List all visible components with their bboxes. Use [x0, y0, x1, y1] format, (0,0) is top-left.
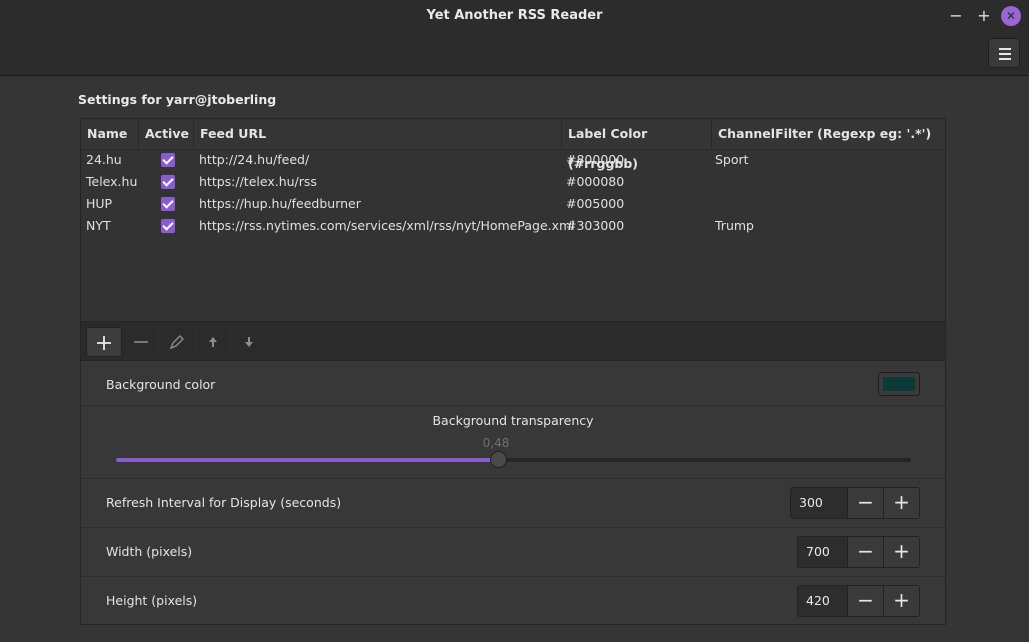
- active-checkbox[interactable]: [161, 153, 175, 167]
- refresh-interval-label: Refresh Interval for Display (seconds): [106, 495, 342, 510]
- feed-url-cell: https://hup.hu/feedburner: [199, 196, 361, 211]
- feeds-table: Name Active Feed URL Label Color (#rrggb…: [80, 118, 946, 361]
- maximize-button[interactable]: +: [974, 6, 994, 26]
- label-color-cell: #303000: [566, 218, 625, 233]
- active-checkbox[interactable]: [161, 197, 175, 211]
- width-increment-button[interactable]: +: [883, 537, 919, 567]
- edit-feed-button[interactable]: [159, 327, 195, 357]
- height-label: Height (pixels): [106, 593, 198, 608]
- refresh-decrement-button[interactable]: −: [847, 488, 883, 518]
- column-header-active[interactable]: Active: [139, 119, 194, 149]
- height-decrement-button[interactable]: −: [847, 586, 883, 616]
- label-color-cell: #005000: [566, 196, 625, 211]
- height-spinbutton[interactable]: 420 − +: [797, 585, 920, 617]
- feed-name-cell: Telex.hu: [86, 174, 138, 189]
- width-row: Width (pixels) 700 − +: [81, 528, 945, 577]
- feed-name-cell: NYT: [86, 218, 111, 233]
- arrow-down-icon: [245, 337, 253, 347]
- window-title: Yet Another RSS Reader: [426, 8, 603, 23]
- channel-filter-cell: Sport: [715, 152, 749, 167]
- app-window: Yet Another RSS Reader − + ✕ Settings fo…: [0, 0, 1029, 642]
- add-feed-button[interactable]: [86, 327, 122, 357]
- table-row[interactable]: 24.hu http://24.hu/feed/ #800000 Sport: [81, 149, 945, 171]
- active-checkbox[interactable]: [161, 219, 175, 233]
- settings-heading: Settings for yarr@jtoberling: [78, 92, 277, 107]
- height-value[interactable]: 420: [798, 586, 830, 616]
- column-header-label-color[interactable]: Label Color (#rrggbb): [562, 119, 712, 171]
- hamburger-menu-button[interactable]: [988, 38, 1020, 68]
- move-down-button[interactable]: [231, 327, 267, 357]
- feed-url-cell: https://rss.nytimes.com/services/xml/rss…: [199, 218, 575, 233]
- color-swatch: [883, 377, 915, 391]
- width-value[interactable]: 700: [798, 537, 830, 567]
- column-header-feed-url[interactable]: Feed URL: [194, 119, 562, 149]
- active-checkbox[interactable]: [161, 175, 175, 189]
- table-header: Name Active Feed URL Label Color (#rrggb…: [81, 119, 945, 171]
- settings-panel: Background color Background transparency…: [80, 360, 946, 625]
- feed-url-cell: http://24.hu/feed/: [199, 152, 310, 167]
- transparency-value: 0,48: [482, 436, 510, 450]
- title-bar[interactable]: Yet Another RSS Reader − + ✕: [0, 0, 1029, 76]
- width-spinbutton[interactable]: 700 − +: [797, 536, 920, 568]
- remove-feed-button[interactable]: [123, 327, 159, 357]
- label-color-cell: #800000: [566, 152, 625, 167]
- table-row[interactable]: NYT https://rss.nytimes.com/services/xml…: [81, 215, 945, 237]
- background-color-label: Background color: [106, 377, 216, 392]
- slider-handle[interactable]: [489, 451, 507, 468]
- plus-icon: [97, 336, 111, 350]
- table-row[interactable]: HUP https://hup.hu/feedburner #005000: [81, 193, 945, 215]
- transparency-row: Background transparency 0,48: [81, 406, 945, 479]
- refresh-interval-row: Refresh Interval for Display (seconds) 3…: [81, 479, 945, 528]
- label-color-cell: #000080: [566, 174, 625, 189]
- column-header-name[interactable]: Name: [81, 119, 139, 149]
- slider-fill: [116, 458, 498, 462]
- table-toolbar: [81, 321, 945, 360]
- width-decrement-button[interactable]: −: [847, 537, 883, 567]
- arrow-up-icon: [208, 337, 217, 347]
- height-row: Height (pixels) 420 − +: [81, 577, 945, 625]
- close-button[interactable]: ✕: [1001, 6, 1021, 26]
- background-color-button[interactable]: [878, 372, 920, 396]
- refresh-increment-button[interactable]: +: [883, 488, 919, 518]
- move-up-button[interactable]: [195, 327, 231, 357]
- background-color-row: Background color: [81, 361, 945, 406]
- width-label: Width (pixels): [106, 544, 193, 559]
- table-row[interactable]: Telex.hu https://telex.hu/rss #000080: [81, 171, 945, 193]
- height-increment-button[interactable]: +: [883, 586, 919, 616]
- feed-name-cell: HUP: [86, 196, 113, 211]
- feed-url-cell: https://telex.hu/rss: [199, 174, 317, 189]
- channel-filter-cell: Trump: [715, 218, 754, 233]
- minus-icon: [133, 341, 148, 343]
- pencil-icon: [169, 335, 184, 350]
- column-header-channel-filter[interactable]: ChannelFilter (Regexp eg: '.*'): [712, 119, 945, 149]
- minimize-button[interactable]: −: [946, 6, 966, 26]
- refresh-interval-spinbutton[interactable]: 300 − +: [790, 487, 920, 519]
- refresh-interval-value[interactable]: 300: [791, 488, 823, 518]
- transparency-slider[interactable]: [116, 451, 911, 468]
- feed-name-cell: 24.hu: [86, 152, 122, 167]
- transparency-label: Background transparency: [432, 413, 594, 428]
